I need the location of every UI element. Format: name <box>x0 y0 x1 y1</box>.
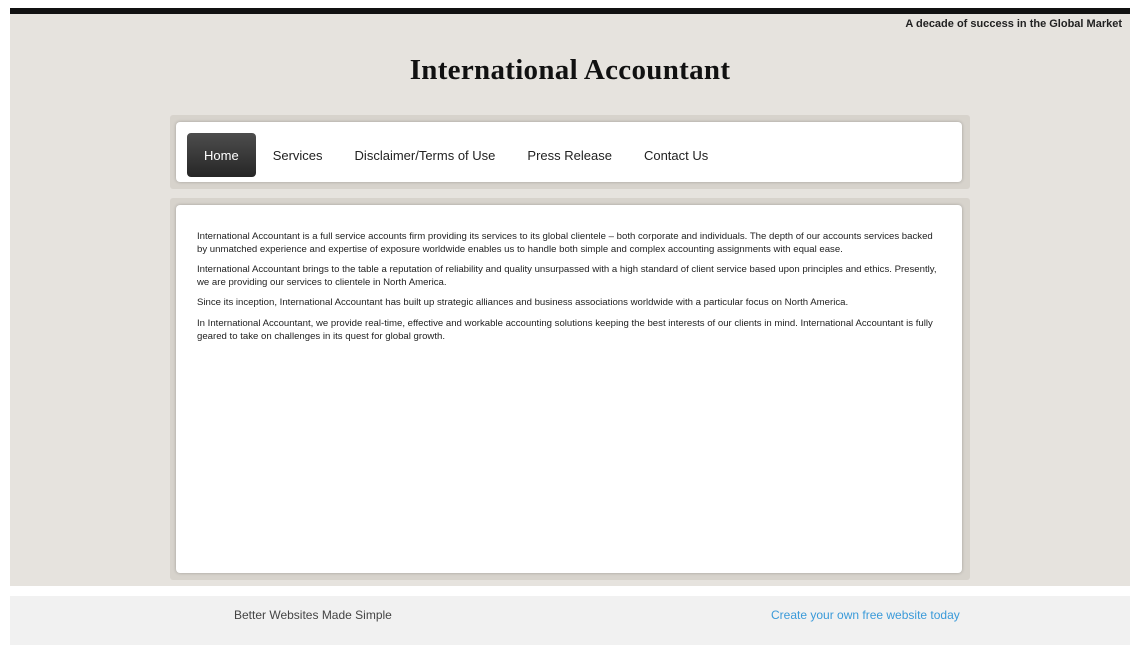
site-title[interactable]: International Accountant <box>10 54 1130 87</box>
page-background: A decade of success in the Global Market… <box>10 14 1130 586</box>
nav-item-home[interactable]: Home <box>187 133 256 177</box>
content-frame: International Accountant is a full servi… <box>170 198 970 580</box>
header-tagline: A decade of success in the Global Market <box>905 18 1122 30</box>
nav-item-disclaimer[interactable]: Disclaimer/Terms of Use <box>339 133 512 177</box>
nav-bar: Home Services Disclaimer/Terms of Use Pr… <box>176 122 962 182</box>
nav-item-contact-us[interactable]: Contact Us <box>628 133 724 177</box>
content-panel: International Accountant is a full servi… <box>176 205 962 573</box>
nav-menu: Home Services Disclaimer/Terms of Use Pr… <box>187 133 724 177</box>
nav-item-services[interactable]: Services <box>257 133 339 177</box>
footer-slogan: Better Websites Made Simple <box>234 608 392 622</box>
content-paragraph: Since its inception, International Accou… <box>197 297 849 309</box>
content-paragraph: In International Accountant, we provide … <box>197 317 933 342</box>
content-paragraph: International Accountant brings to the t… <box>197 264 937 288</box>
create-website-link[interactable]: Create your own free website today <box>771 608 960 622</box>
content-paragraph: International Accountant is a full servi… <box>197 231 933 255</box>
nav-frame: Home Services Disclaimer/Terms of Use Pr… <box>170 115 970 189</box>
content-body: International Accountant is a full servi… <box>197 231 942 351</box>
footer: Better Websites Made Simple Create your … <box>10 596 1130 645</box>
nav-item-press-release[interactable]: Press Release <box>511 133 628 177</box>
